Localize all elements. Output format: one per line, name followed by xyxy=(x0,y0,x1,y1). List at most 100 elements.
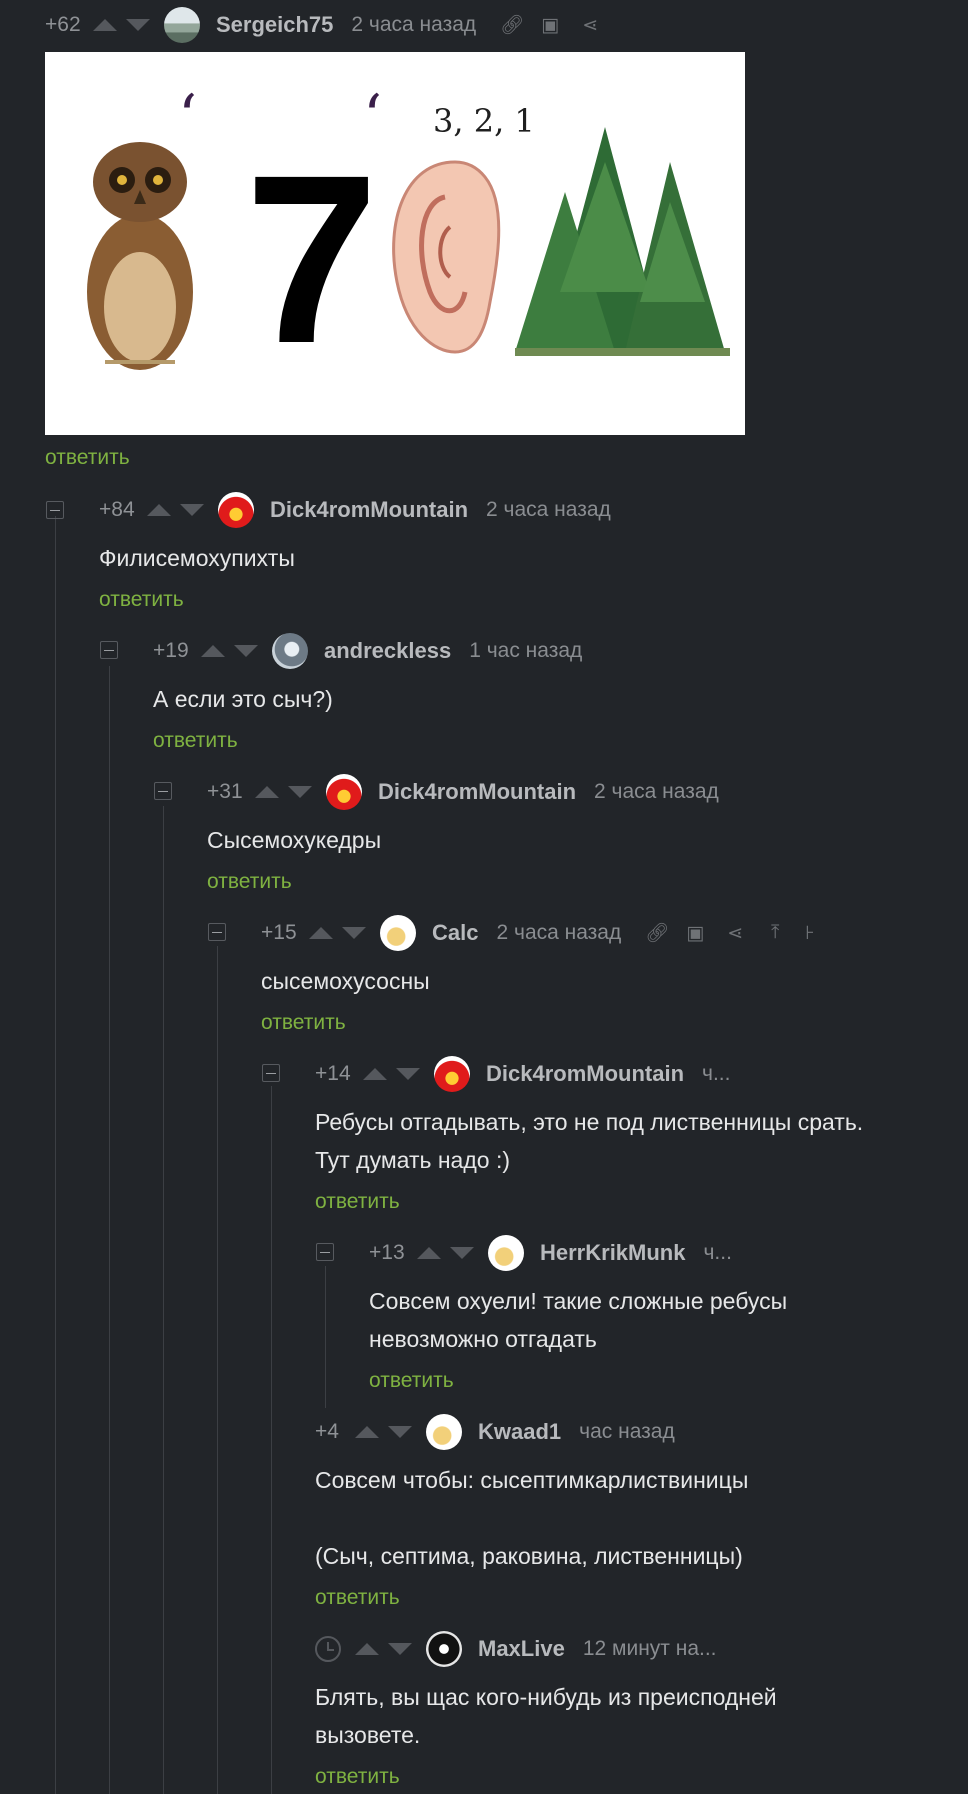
downvote-icon[interactable] xyxy=(396,1068,420,1080)
comment-rating: +19 xyxy=(153,639,189,662)
comment-time[interactable]: 1 час назад xyxy=(469,639,582,663)
avatar[interactable] xyxy=(434,1056,470,1092)
avatar[interactable] xyxy=(426,1631,462,1667)
post-reply-link[interactable]: ответить xyxy=(45,446,130,470)
comment-rating: +13 xyxy=(369,1241,405,1264)
comment-rating: +31 xyxy=(207,780,243,803)
comment-reply-link[interactable]: ответить xyxy=(153,729,238,753)
comment-text: А если это сыч?) xyxy=(153,686,333,712)
comment-reply-link[interactable]: ответить xyxy=(207,870,292,894)
avatar[interactable] xyxy=(326,774,362,810)
owl-picture xyxy=(87,142,193,370)
save-icon[interactable]: ▣ xyxy=(685,922,705,945)
comment-reply-link[interactable]: ответить xyxy=(99,588,184,612)
comment-rating: +84 xyxy=(99,498,135,521)
comment-text-line: (Сыч, септима, раковина, лиственницы) xyxy=(315,1543,743,1569)
thread-line xyxy=(109,666,110,1794)
collapse-button[interactable] xyxy=(262,1064,280,1082)
post-time[interactable]: 2 часа назад xyxy=(351,13,476,37)
comment-time[interactable]: 2 часа назад xyxy=(496,921,621,945)
comment-time[interactable]: 12 минут на... xyxy=(583,1637,717,1661)
upvote-icon[interactable] xyxy=(417,1247,441,1259)
comment-header: +15 Calc 2 часа назад 🔗︎ ▣ ⋖ ⤒ ⊢ xyxy=(261,913,813,953)
comment-text-line: вызовете. xyxy=(315,1722,421,1748)
comment-text-line: Ребусы отгадывать, это не под лиственниц… xyxy=(315,1109,864,1135)
avatar[interactable] xyxy=(426,1414,462,1450)
comment-time[interactable]: ч... xyxy=(702,1062,730,1086)
comment-reply-link[interactable]: ответить xyxy=(315,1765,400,1789)
comment-username[interactable]: MaxLive xyxy=(478,1636,565,1662)
thread-line xyxy=(271,1086,272,1794)
avatar[interactable] xyxy=(218,492,254,528)
link-icon[interactable]: 🔗︎ xyxy=(645,921,669,945)
comment-time[interactable]: ч... xyxy=(703,1241,731,1265)
collapse-button[interactable] xyxy=(316,1243,334,1261)
comment-text-line: Совсем охуели! такие сложные ребусы xyxy=(369,1288,788,1314)
collapse-button[interactable] xyxy=(100,641,118,659)
comment-reply-link[interactable]: ответить xyxy=(261,1011,346,1035)
post-username[interactable]: Sergeich75 xyxy=(216,12,333,38)
comment-username[interactable]: Calc xyxy=(432,920,478,946)
digit-seven: 7 xyxy=(245,125,378,393)
avatar[interactable] xyxy=(164,7,200,43)
comment-username[interactable]: Dick4romMountain xyxy=(378,779,576,805)
upvote-icon[interactable] xyxy=(255,786,279,798)
more-icon[interactable]: ⊢ xyxy=(805,922,813,945)
collapse-button[interactable] xyxy=(208,923,226,941)
upvote-icon[interactable] xyxy=(355,1643,379,1655)
comment-rating: +15 xyxy=(261,921,297,944)
downvote-icon[interactable] xyxy=(342,927,366,939)
comment-header: +19 andreckless 1 час назад xyxy=(153,631,606,671)
upvote-icon[interactable] xyxy=(363,1068,387,1080)
share-icon[interactable]: ⋖ xyxy=(725,922,745,945)
countdown-text: 3, 2, 1 xyxy=(433,102,535,140)
comment-reply-link[interactable]: ответить xyxy=(315,1190,400,1214)
collapse-button[interactable] xyxy=(46,501,64,519)
upvote-icon[interactable] xyxy=(309,927,333,939)
comment-header: +14 Dick4romMountain ч... xyxy=(315,1054,754,1094)
collapse-button[interactable] xyxy=(154,782,172,800)
downvote-icon[interactable] xyxy=(234,645,258,657)
thread-line xyxy=(55,516,56,1794)
post-image[interactable]: ‘ 7 ‘ 3, 2, 1 xyxy=(45,52,745,435)
ear-picture xyxy=(392,160,501,354)
thread-line xyxy=(325,1266,326,1408)
comment-text: сысемохусосны xyxy=(261,968,430,994)
downvote-icon[interactable] xyxy=(126,19,150,31)
comment-username[interactable]: andreckless xyxy=(324,638,451,664)
comment-username[interactable]: HerrKrikMunk xyxy=(540,1240,685,1266)
comment-rating: +14 xyxy=(315,1062,351,1085)
scroll-to-parent-icon[interactable]: ⤒ xyxy=(765,922,785,944)
rebus-picture: ‘ 7 ‘ 3, 2, 1 xyxy=(87,82,730,393)
post-rating: +62 xyxy=(45,13,81,36)
comment-header: +4 Kwaad1 час назад xyxy=(315,1412,699,1452)
upvote-icon[interactable] xyxy=(147,504,171,516)
comment-header: +13 HerrKrikMunk ч... xyxy=(369,1233,756,1273)
upvote-icon[interactable] xyxy=(93,19,117,31)
downvote-icon[interactable] xyxy=(180,504,204,516)
comment-header: +84 Dick4romMountain 2 часа назад xyxy=(99,490,635,530)
comment-reply-link[interactable]: ответить xyxy=(369,1369,454,1393)
comment-reply-link[interactable]: ответить xyxy=(315,1586,400,1610)
upvote-icon[interactable] xyxy=(355,1426,379,1438)
avatar[interactable] xyxy=(488,1235,524,1271)
comment-username[interactable]: Dick4romMountain xyxy=(270,497,468,523)
save-icon[interactable]: ▣ xyxy=(540,14,560,37)
downvote-icon[interactable] xyxy=(288,786,312,798)
avatar[interactable] xyxy=(272,633,308,669)
share-icon[interactable]: ⋖ xyxy=(580,14,600,37)
comment-text: Филисемохупихты xyxy=(99,545,295,571)
comment-text-line: Совсем чтобы: сысептимкарлиствиницы xyxy=(315,1467,749,1493)
comment-time[interactable]: 2 часа назад xyxy=(486,498,611,522)
apostrophe-right: ‘ xyxy=(363,82,382,152)
comment-time[interactable]: 2 часа назад xyxy=(594,780,719,804)
avatar[interactable] xyxy=(380,915,416,951)
link-icon[interactable]: 🔗︎ xyxy=(500,13,524,37)
upvote-icon[interactable] xyxy=(201,645,225,657)
downvote-icon[interactable] xyxy=(388,1426,412,1438)
comment-username[interactable]: Dick4romMountain xyxy=(486,1061,684,1087)
comment-username[interactable]: Kwaad1 xyxy=(478,1419,561,1445)
downvote-icon[interactable] xyxy=(388,1643,412,1655)
downvote-icon[interactable] xyxy=(450,1247,474,1259)
comment-time[interactable]: час назад xyxy=(579,1420,675,1444)
